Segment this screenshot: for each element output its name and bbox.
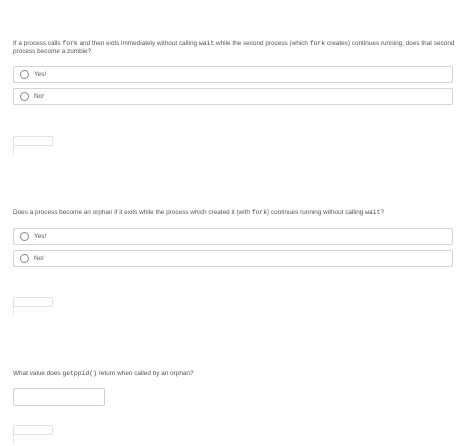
q1-option-no[interactable]: No! xyxy=(13,88,453,105)
question-1-text-part: and then exits immediately without calli… xyxy=(77,40,199,47)
code-fork: fork xyxy=(309,40,326,47)
option-label: No! xyxy=(34,255,44,262)
q1-option-yes[interactable]: Yes! xyxy=(13,66,453,83)
question-2-text-part: Does a process become an orphan if it ex… xyxy=(13,209,252,216)
code-wait: wait xyxy=(365,209,381,216)
answer-input[interactable] xyxy=(13,388,105,406)
code-getppid: getppid() xyxy=(62,370,97,377)
code-wait: wait xyxy=(198,40,215,47)
question-1-text-part: If a process calls xyxy=(13,40,63,47)
radio-button-icon[interactable] xyxy=(20,254,29,263)
q2-option-no[interactable]: No! xyxy=(13,250,453,267)
question-2-text-part: ) continues running without calling xyxy=(267,209,366,216)
code-fork: fork xyxy=(251,209,268,216)
divider xyxy=(13,300,14,314)
divider xyxy=(13,146,14,154)
q1-action-button[interactable] xyxy=(13,136,53,146)
radio-button-icon[interactable] xyxy=(20,232,29,241)
q2-action-button[interactable] xyxy=(13,297,53,307)
divider xyxy=(13,434,14,444)
option-label: Yes! xyxy=(34,233,47,240)
question-3-text: What value does getppid() return when ca… xyxy=(13,370,458,378)
question-3-text-part: return when called by an orphan? xyxy=(96,370,194,377)
option-label: No! xyxy=(34,93,44,100)
question-1-text: If a process calls fork and then exits i… xyxy=(13,40,458,56)
radio-button-icon[interactable] xyxy=(20,70,29,79)
q3-action-button[interactable] xyxy=(13,425,53,435)
option-label: Yes! xyxy=(34,71,47,78)
radio-button-icon[interactable] xyxy=(20,92,29,101)
question-2-text-part: ? xyxy=(380,209,385,216)
code-fork: fork xyxy=(62,40,78,47)
question-1-text-part: while the second process (which xyxy=(214,40,310,47)
question-3-text-part: What value does xyxy=(13,370,63,377)
question-2-text: Does a process become an orphan if it ex… xyxy=(13,209,458,217)
q2-option-yes[interactable]: Yes! xyxy=(13,228,453,245)
